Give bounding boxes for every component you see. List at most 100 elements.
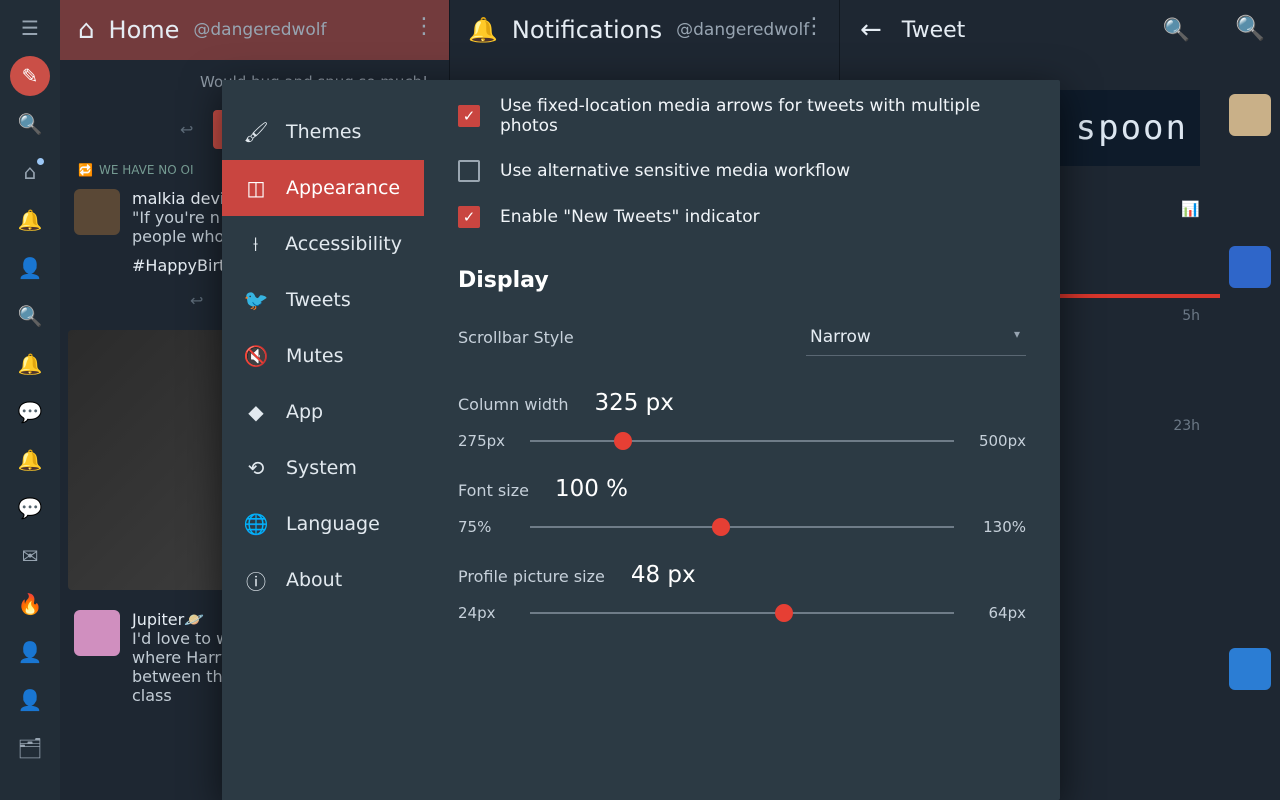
slider-value: 325 px [594,390,673,416]
scrollbar-style-label: Scrollbar Style [458,328,574,347]
checkbox-new-tweets-indicator[interactable]: Enable "New Tweets" indicator [458,194,1026,240]
collections-icon[interactable]: 🗂 [10,728,50,768]
column-title: Tweet [902,18,966,43]
slider-column-width: Column width 325 px 275px 500px [458,390,1026,450]
search-icon[interactable]: 🔍 [1235,14,1265,42]
checkbox-icon[interactable] [458,206,480,228]
slider-value: 48 px [631,562,696,588]
slider-track[interactable] [530,612,954,614]
user-icon[interactable]: 👤 [10,248,50,288]
slider-profile-picture-size: Profile picture size 48 px 24px 64px [458,562,1026,622]
avatar[interactable] [1229,648,1271,690]
compose-button[interactable]: ✎ [10,56,50,96]
nav-label: Themes [286,121,361,143]
slider-thumb[interactable] [614,432,632,450]
checkbox-label: Use alternative sensitive media workflow [500,161,850,181]
column-title: Notifications [512,16,662,44]
column-title: Home [109,16,180,44]
select-value: Narrow [810,327,871,347]
avatar[interactable] [74,610,120,656]
section-heading-display: Display [458,268,1026,293]
nav-label: Accessibility [285,233,402,255]
scrollbar-style-select[interactable]: Narrow [806,319,1026,356]
slider-label: Column width [458,395,568,414]
user-icon[interactable]: 👤 [10,632,50,672]
appearance-icon: ◫ [244,176,268,200]
column-options-icon[interactable]: ⋮ [803,14,825,39]
slider-max: 500px [968,432,1026,450]
slider-track[interactable] [530,440,954,442]
message-icon[interactable]: ✉ [10,536,50,576]
search-icon[interactable]: 🔍 [1163,18,1190,43]
slider-value: 100 % [555,476,628,502]
nav-accessibility[interactable]: ⟊ Accessibility [222,216,424,272]
settings-panel-appearance: Use fixed-location media arrows for twee… [424,80,1060,800]
chat-icon[interactable]: 💬 [10,392,50,432]
bell-icon[interactable]: 🔔 [10,200,50,240]
timestamp: 5h [1182,308,1200,324]
retweeted-by-text: WE HAVE NO OI [99,163,194,177]
column-handle: @dangeredwolf [676,20,809,40]
settings-nav: 🖌 Themes ◫ Appearance ⟊ Accessibility 🐦 … [222,80,424,800]
nav-tweets[interactable]: 🐦 Tweets [222,272,424,328]
slider-label: Profile picture size [458,567,605,586]
slider-min: 75% [458,518,516,536]
nav-themes[interactable]: 🖌 Themes [222,104,424,160]
avatar[interactable] [1229,94,1271,136]
nav-app[interactable]: ◆ App [222,384,424,440]
reply-icon[interactable]: ↩ [190,291,203,310]
nav-system[interactable]: ⟲ System [222,440,424,496]
nav-mutes[interactable]: 🔇 Mutes [222,328,424,384]
checkbox-label: Enable "New Tweets" indicator [500,207,760,227]
nav-label: System [286,457,357,479]
mute-icon: 🔇 [244,344,268,368]
bell-icon[interactable]: 🔔 [10,440,50,480]
nav-appearance[interactable]: ◫ Appearance [222,160,424,216]
checkbox-fixed-arrows[interactable]: Use fixed-location media arrows for twee… [458,84,1026,148]
search-icon[interactable]: 🔍 [10,104,50,144]
checkbox-icon[interactable] [458,105,480,127]
settings-dialog: 🖌 Themes ◫ Appearance ⟊ Accessibility 🐦 … [222,80,1060,800]
slider-max: 130% [968,518,1026,536]
stats-icon[interactable]: 📊 [1181,200,1200,218]
nav-about[interactable]: ⓘ About [222,552,424,608]
accessibility-icon: ⟊ [244,232,267,256]
home-icon: ⌂ [78,15,95,45]
bell-icon: 🔔 [468,16,498,44]
menu-icon[interactable]: ☰ [10,8,50,48]
nav-label: Tweets [286,289,351,311]
paint-roller-icon: 🖌 [244,120,268,144]
chat-icon[interactable]: 💬 [10,488,50,528]
globe-icon: 🌐 [244,512,268,536]
reply-icon[interactable]: ↩ [180,120,193,139]
column-options-icon[interactable]: ⋮ [413,14,435,39]
tweet-author: Jupiter🪐 [132,610,204,629]
nav-label: Language [286,513,380,535]
bell-icon[interactable]: 🔔 [10,344,50,384]
right-sidebar: 🔍 [1220,0,1280,800]
column-header-home: ⌂ Home @dangeredwolf ⋮ [60,0,449,60]
retweet-icon: 🔁 [78,163,93,177]
slider-label: Font size [458,481,529,500]
slider-thumb[interactable] [712,518,730,536]
user-icon[interactable]: 👤 [10,680,50,720]
avatar[interactable] [1229,246,1271,288]
column-header-tweet: ← Tweet 🔍 [840,0,1220,60]
search-icon[interactable]: 🔍 [10,296,50,336]
slider-max: 64px [968,604,1026,622]
home-icon[interactable]: ⌂ [10,152,50,192]
nav-label: Appearance [286,177,400,199]
info-icon: ⓘ [244,568,268,592]
avatar[interactable] [74,189,120,235]
checkbox-icon[interactable] [458,160,480,182]
trending-icon[interactable]: 🔥 [10,584,50,624]
slider-track[interactable] [530,526,954,528]
slider-thumb[interactable] [775,604,793,622]
app-icon: ◆ [244,400,268,424]
back-icon[interactable]: ← [860,15,882,45]
checkbox-label: Use fixed-location media arrows for twee… [500,96,1026,136]
restore-icon: ⟲ [244,456,268,480]
nav-language[interactable]: 🌐 Language [222,496,424,552]
checkbox-alt-sensitive[interactable]: Use alternative sensitive media workflow [458,148,1026,194]
column-handle: @dangeredwolf [193,20,326,40]
